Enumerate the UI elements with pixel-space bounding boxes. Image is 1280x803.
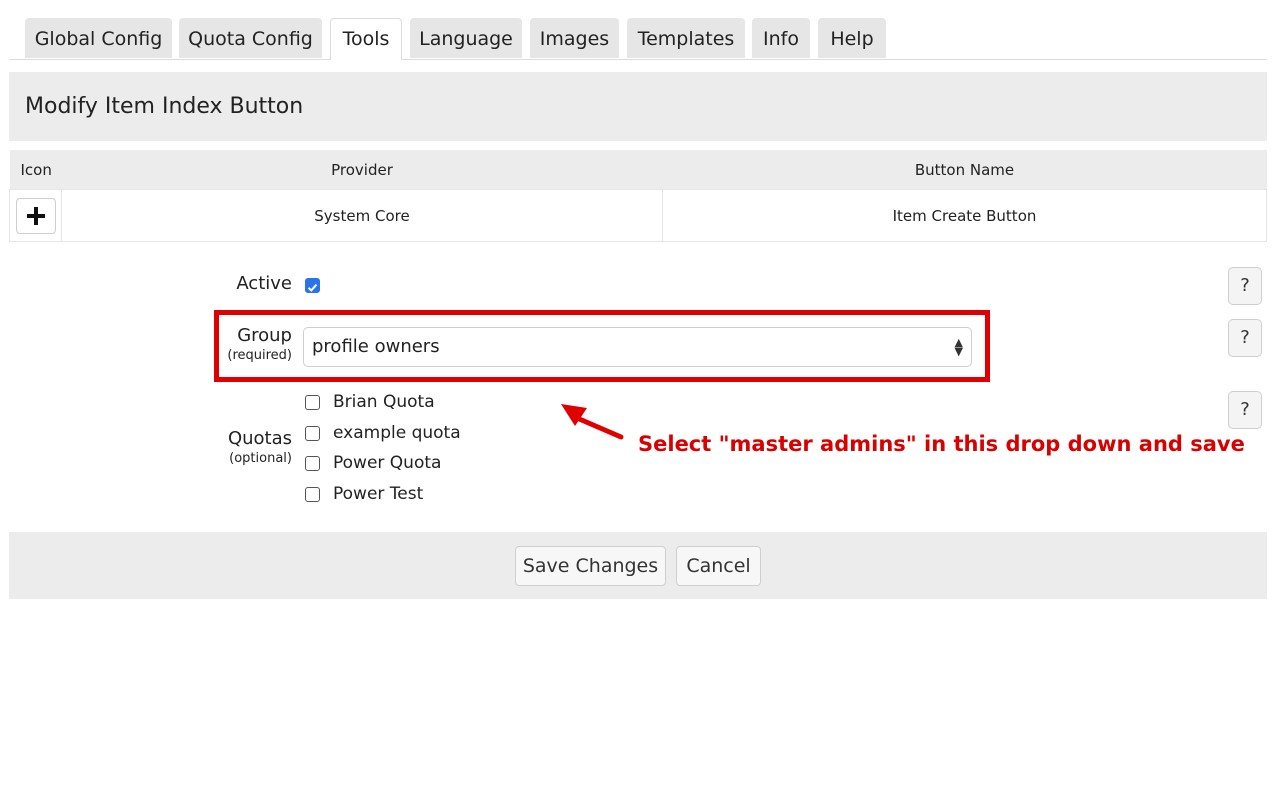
tab-templates[interactable]: Templates [627, 18, 745, 58]
quota-checkbox-power-quota[interactable] [305, 456, 320, 471]
quotas-help-button[interactable]: ? [1228, 391, 1262, 429]
tab-info[interactable]: Info [752, 18, 810, 58]
table-header-row: Icon Provider Button Name [9, 150, 1267, 190]
provider-cell: System Core [61, 189, 663, 242]
annotation-arrow-icon [561, 404, 624, 440]
quotas-optional-note: (optional) [229, 451, 292, 466]
quota-checkbox-power-test[interactable] [305, 487, 320, 502]
form-footer: Save Changes Cancel [9, 532, 1267, 599]
tab-help[interactable]: Help [818, 18, 886, 58]
quota-checkbox-example-quota[interactable] [305, 426, 320, 441]
tab-global-config[interactable]: Global Config [25, 18, 172, 58]
plus-icon [27, 206, 45, 225]
quota-checkbox-brian-quota[interactable] [305, 395, 320, 410]
active-checkbox[interactable] [305, 278, 320, 293]
quota-label-power-test: Power Test [333, 484, 424, 504]
icon-cell [9, 189, 62, 242]
icon-picker-button[interactable] [16, 197, 56, 234]
column-header-icon: Icon [9, 150, 62, 190]
tab-language[interactable]: Language [410, 18, 522, 58]
tab-quota-config[interactable]: Quota Config [179, 18, 322, 58]
quota-label-example-quota: example quota [333, 423, 461, 443]
button-table: Icon Provider Button Name System Core It… [9, 150, 1267, 242]
active-help-button[interactable]: ? [1228, 267, 1262, 305]
table-row: System Core Item Create Button [9, 189, 1267, 242]
group-label: Group (required) [227, 325, 292, 363]
group-help-button[interactable]: ? [1228, 319, 1262, 357]
save-changes-button[interactable]: Save Changes [515, 546, 666, 586]
column-header-button-name: Button Name [662, 150, 1267, 190]
page-title: Modify Item Index Button [9, 72, 1267, 141]
tab-bar: Global Config Quota Config Tools Languag… [9, 0, 1267, 60]
quota-label-power-quota: Power Quota [333, 453, 442, 473]
annotation-text: Select "master admins" in this drop down… [638, 432, 1245, 456]
group-select[interactable]: profile owners ▲ ▼ [303, 327, 972, 367]
group-required-note: (required) [227, 348, 292, 363]
quota-label-brian-quota: Brian Quota [333, 392, 435, 412]
tab-tools[interactable]: Tools [330, 18, 402, 60]
cancel-button[interactable]: Cancel [676, 546, 761, 586]
quotas-label: Quotas (optional) [227, 428, 292, 466]
column-header-provider: Provider [61, 150, 663, 190]
group-select-value: profile owners [312, 336, 440, 357]
tab-images[interactable]: Images [530, 18, 619, 58]
active-label: Active [236, 273, 292, 294]
button-name-cell: Item Create Button [662, 189, 1267, 242]
checkmark-icon [307, 283, 318, 292]
select-arrows-icon: ▲ ▼ [954, 336, 963, 358]
